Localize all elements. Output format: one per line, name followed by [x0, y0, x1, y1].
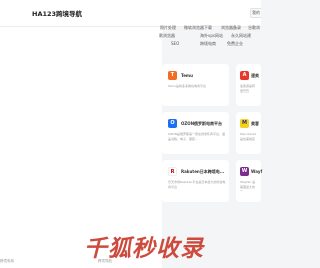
- category-link[interactable]: 谷歌浏: [248, 25, 260, 31]
- site-card-ozon[interactable]: O OZON俄罗斯电商平台 OZON是俄罗斯第一家在线零售商平台，涵盖书籍、电子…: [162, 112, 229, 154]
- card-description: Wayfair 是美国最大的家: [240, 180, 256, 191]
- card-description: MercadoLibre是拉美地区: [240, 132, 256, 141]
- card-description: Temu是拼多多跨境电商平台: [168, 84, 206, 88]
- card-title: Temu: [181, 73, 193, 78]
- site-card-rakuten[interactable]: R Rakuten日本跨境电... 乐天市场Rakuten平台是日本最大的综合电…: [162, 160, 229, 202]
- category-link[interactable]: 永久网站建: [231, 33, 251, 39]
- card-title: 美客: [251, 121, 259, 126]
- site-title[interactable]: HA123跨境导航: [32, 8, 82, 18]
- category-link[interactable]: 歌浏览器: [159, 33, 175, 39]
- mercadolibre-logo-icon: M: [240, 119, 249, 128]
- rakuten-logo-icon: R: [168, 167, 177, 176]
- site-card-mercadolibre[interactable]: M 美客 MercadoLibre是拉美地区: [236, 112, 261, 154]
- card-description: 速卖通是阿里巴巴: [240, 84, 256, 93]
- user-button[interactable]: 我的: [250, 8, 261, 18]
- temu-logo-icon: T: [168, 71, 177, 80]
- ozon-logo-icon: O: [168, 119, 177, 128]
- category-link[interactable]: 跨境电商: [200, 41, 216, 47]
- site-card-aliexpress[interactable]: A 速卖 速卖通是阿里巴巴: [236, 64, 261, 106]
- card-title: OZON俄罗斯电商平台: [181, 121, 223, 126]
- category-link[interactable]: 海外vps网站: [200, 33, 223, 39]
- card-title: 速卖: [251, 73, 259, 78]
- card-description: OZON是俄罗斯第一家在线零售商平台，涵盖书籍、电子、服装...: [168, 132, 226, 141]
- category-link[interactable]: 浏览器备录: [221, 25, 241, 31]
- category-links: 照片处理 微软浏览器下载 浏览器备录 谷歌浏 歌浏览器 海外vps网站 永久网站…: [159, 22, 261, 50]
- aliexpress-logo-icon: A: [240, 71, 249, 80]
- card-title: Rakuten日本跨境电...: [181, 169, 225, 174]
- card-description: 乐天市场Rakuten平台是日本最大的综合电商平台: [168, 180, 226, 189]
- site-card-temu[interactable]: T Temu Temu是拼多多跨境电商平台: [162, 64, 229, 106]
- card-title: Wayf: [251, 169, 263, 174]
- category-link[interactable]: 照片处理: [160, 25, 176, 31]
- wayfair-logo-icon: W: [240, 167, 249, 176]
- site-card-wayfair[interactable]: W Wayf Wayfair 是美国最大的家: [236, 160, 263, 202]
- watermark-logo: 千狐秒收录: [84, 236, 204, 262]
- category-link[interactable]: 微软浏览器下载: [184, 25, 212, 31]
- sidebar-footer-link-left[interactable]: 跨境电商: [0, 259, 14, 264]
- category-link[interactable]: SEO: [171, 41, 179, 46]
- category-link[interactable]: 免费企业: [227, 41, 243, 47]
